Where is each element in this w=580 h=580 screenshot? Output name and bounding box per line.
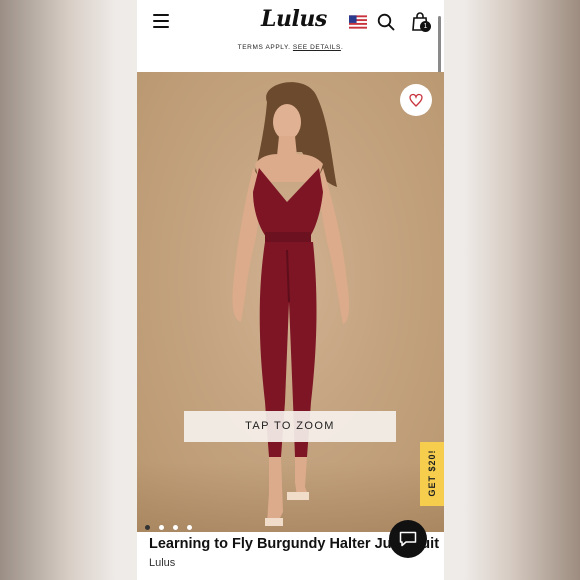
product-image-gallery[interactable]: TAP TO ZOOM GET $20! — [137, 72, 444, 532]
terms-text: TERMS APPLY. — [237, 44, 291, 51]
phone-screen: Lulus 1 TERMS APPLY. SEE DETAILS. TAP TO… — [137, 0, 444, 580]
search-icon[interactable] — [377, 13, 395, 31]
menu-icon[interactable] — [153, 14, 169, 28]
chat-button[interactable] — [389, 520, 427, 558]
site-header: Lulus 1 — [137, 0, 444, 44]
wishlist-button[interactable] — [400, 84, 432, 116]
us-flag-icon[interactable] — [349, 15, 367, 29]
cart-count-badge: 1 — [420, 21, 431, 32]
tap-to-zoom-button[interactable]: TAP TO ZOOM — [184, 411, 396, 442]
model-figure-image — [232, 82, 350, 526]
heart-icon — [409, 93, 423, 107]
site-logo[interactable]: Lulus — [261, 6, 327, 32]
get-20-label: GET $20! — [427, 449, 437, 497]
product-brand[interactable]: Lulus — [149, 557, 175, 569]
see-details-link[interactable]: SEE DETAILS — [293, 44, 341, 51]
get-20-offer-tab[interactable]: GET $20! — [420, 442, 444, 506]
gallery-pagination-dots — [145, 517, 201, 532]
gallery-dot-2[interactable] — [159, 525, 164, 530]
gallery-dot-4[interactable] — [187, 525, 192, 530]
gallery-dot-3[interactable] — [173, 525, 178, 530]
promo-terms: TERMS APPLY. SEE DETAILS. — [237, 44, 344, 51]
gallery-dot-1[interactable] — [145, 525, 150, 530]
chat-icon — [399, 531, 417, 547]
